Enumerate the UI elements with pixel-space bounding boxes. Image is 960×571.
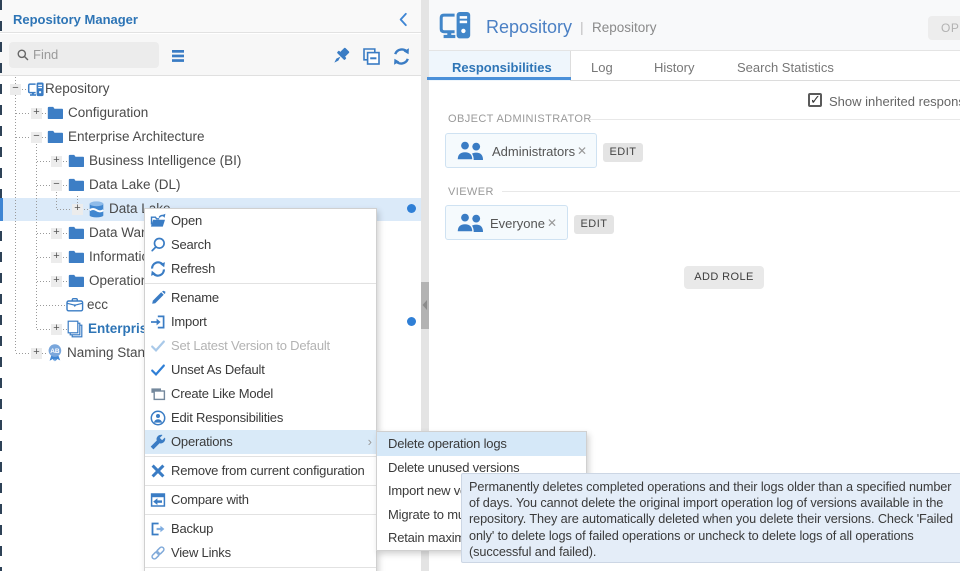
svg-text:AB: AB	[50, 348, 60, 355]
